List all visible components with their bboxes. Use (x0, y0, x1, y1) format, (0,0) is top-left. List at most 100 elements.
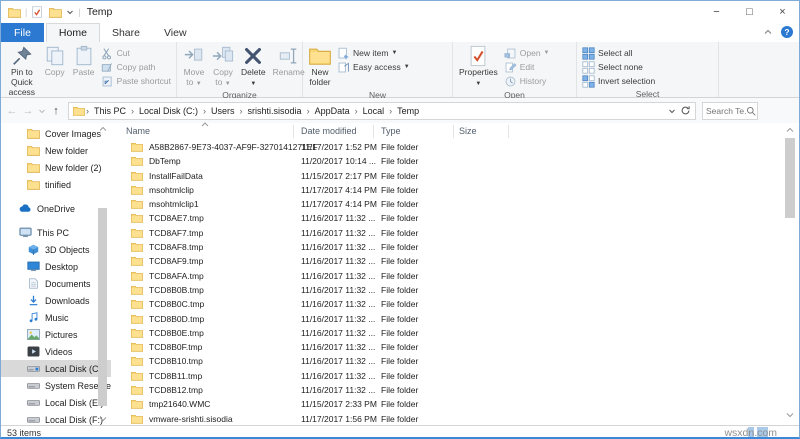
column-divider[interactable] (453, 125, 454, 138)
search-box[interactable] (702, 101, 758, 120)
file-row[interactable]: InstallFailData 11/15/2017 2:17 PM File fo… (113, 169, 781, 183)
file-row[interactable]: TCD8B10.tmp 11/16/2017 11:32 ... File fold… (113, 354, 781, 368)
sidebar-item-this-pc[interactable]: This PC (1, 224, 111, 241)
column-divider[interactable] (293, 125, 294, 138)
qat-properties-icon[interactable] (31, 6, 43, 18)
sidebar-item-onedrive[interactable]: OneDrive (1, 200, 111, 217)
column-divider[interactable] (508, 125, 509, 138)
ribbon-button-open[interactable]: Open ▼ (502, 46, 552, 60)
column-header-date-modified[interactable]: Date modified (301, 126, 357, 136)
column-divider[interactable] (373, 125, 374, 138)
recent-locations-chevron-icon[interactable] (38, 107, 46, 115)
qat-customize-chevron-icon[interactable] (66, 8, 74, 16)
minimize-button[interactable]: − (700, 1, 733, 23)
help-icon[interactable]: ? (781, 26, 793, 38)
tab-home[interactable]: Home (45, 23, 100, 42)
back-icon[interactable]: ← (4, 102, 20, 120)
scroll-up-icon[interactable] (783, 123, 797, 136)
sidebar-item-pictures[interactable]: Pictures (1, 326, 111, 343)
ribbon-button-edit[interactable]: Edit (502, 60, 552, 74)
column-header-size[interactable]: Size (459, 126, 477, 136)
file-row[interactable]: TCD8B0F.tmp 11/16/2017 11:32 ... File fold… (113, 340, 781, 354)
sidebar-scrollbar-thumb[interactable] (98, 208, 107, 406)
sidebar-item-local-disk-f[interactable]: Local Disk (F:) (1, 411, 111, 425)
column-header-name[interactable]: Name (126, 126, 150, 136)
ribbon-button-delete[interactable]: Delete ▼ (238, 44, 269, 89)
file-row[interactable]: DbTemp 11/20/2017 10:14 ... File folder (113, 154, 781, 168)
sidebar-scrollbar[interactable] (97, 123, 108, 425)
ribbon-button-rename[interactable]: Rename (270, 44, 308, 89)
ribbon-button-select-all[interactable]: Select all (580, 46, 657, 60)
ribbon-button-new-item[interactable]: New item ▼ (335, 46, 412, 60)
file-row[interactable]: TCD8AF8.tmp 11/16/2017 11:32 ... File fold… (113, 240, 781, 254)
sidebar-item-system-reserved[interactable]: System Reserved (1, 377, 111, 394)
sidebar-item-local-disk-e[interactable]: Local Disk (E:) (1, 394, 111, 411)
file-row[interactable]: A58B2867-9E73-4037-AF9F-3270141271EF 11/1… (113, 140, 781, 154)
ribbon-button-select-none[interactable]: Select none (580, 60, 657, 74)
file-row[interactable]: msohtmlclip1 11/17/2017 4:14 PM File folde… (113, 197, 781, 211)
up-icon[interactable]: ↑ (48, 102, 64, 120)
file-row[interactable]: TCD8AF7.tmp 11/16/2017 11:32 ... File fold… (113, 226, 781, 240)
sidebar-item-new-folder[interactable]: New folder (1, 142, 111, 159)
breadcrumb-item-temp[interactable]: Temp (393, 106, 423, 116)
scroll-up-icon[interactable] (97, 123, 108, 135)
breadcrumb-item-local-disk-c[interactable]: Local Disk (C:) (135, 106, 202, 116)
scroll-down-icon[interactable] (97, 413, 108, 425)
filelist-scrollbar[interactable] (783, 123, 797, 421)
file-row[interactable]: tmp21640.WMC 11/15/2017 2:33 PM File folde… (113, 397, 781, 411)
file-row[interactable]: TCD8AFA.tmp 11/16/2017 11:32 ... File fold… (113, 269, 781, 283)
tab-share[interactable]: Share (100, 23, 152, 42)
file-row[interactable]: TCD8B11.tmp 11/16/2017 11:32 ... File fold… (113, 369, 781, 383)
sidebar-item-3d-objects[interactable]: 3D Objects (1, 241, 111, 258)
file-row[interactable]: TCD8B0D.tmp 11/16/2017 11:32 ... File fold… (113, 312, 781, 326)
collapse-ribbon-icon[interactable] (763, 27, 773, 37)
sidebar-item-music[interactable]: Music (1, 309, 111, 326)
ribbon-button-properties[interactable]: Properties ▼ (456, 44, 501, 89)
search-input[interactable] (706, 105, 746, 116)
sidebar-item-videos[interactable]: Videos (1, 343, 111, 360)
ribbon-button-copy-to[interactable]: Copy to ▼ (209, 44, 237, 89)
breadcrumb-item-srishti-sisodia[interactable]: srishti.sisodia (244, 106, 306, 116)
file-row[interactable]: msohtmlclip 11/17/2017 4:14 PM File folder (113, 183, 781, 197)
ribbon-button-easy-access[interactable]: Easy access ▼ (335, 60, 412, 74)
file-row[interactable]: TCD8AE7.tmp 11/16/2017 11:32 ... File fold… (113, 211, 781, 225)
ribbon-button-pin-to-quick-access[interactable]: Pin to Quick access (4, 44, 40, 98)
maximize-button[interactable]: □ (733, 1, 766, 23)
sidebar-item-local-disk-c[interactable]: Local Disk (C:) (1, 360, 111, 377)
ribbon-button-paste-shortcut[interactable]: Paste shortcut (99, 74, 173, 88)
filelist-scrollbar-thumb[interactable] (785, 138, 795, 218)
file-row[interactable]: TCD8B0B.tmp 11/16/2017 11:32 ... File fold… (113, 283, 781, 297)
sidebar-item-new-folder-2[interactable]: New folder (2) (1, 159, 111, 176)
breadcrumb[interactable]: › This PC › Local Disk (C:) › Users › srishti.s… (68, 101, 696, 120)
ribbon-button-copy[interactable]: Copy (41, 44, 69, 98)
refresh-icon[interactable] (680, 105, 691, 116)
qat-new-folder-icon[interactable] (49, 7, 63, 18)
file-row[interactable]: vmware-srishti.sisodia 11/17/2017 1:56 PM… (113, 412, 781, 426)
close-button[interactable]: × (766, 1, 799, 23)
sidebar-item-tinified[interactable]: tinified (1, 176, 111, 193)
forward-icon[interactable]: → (20, 102, 36, 120)
ribbon-button-move-to[interactable]: Move to ▼ (180, 44, 208, 89)
scroll-down-icon[interactable] (783, 408, 797, 421)
sidebar-item-documents[interactable]: Documents (1, 275, 111, 292)
ribbon-button-paste[interactable]: Paste (70, 44, 98, 98)
file-row[interactable]: TCD8B0C.tmp 11/16/2017 11:32 ... File fold… (113, 297, 781, 311)
ribbon-button-copy-path[interactable]: Copy path (99, 60, 173, 74)
breadcrumb-item-local[interactable]: Local (359, 106, 389, 116)
ribbon-button-invert-selection[interactable]: Invert selection (580, 74, 657, 88)
breadcrumb-item-this-pc[interactable]: This PC (90, 106, 130, 116)
column-header-type[interactable]: Type (381, 126, 401, 136)
address-dropdown-chevron-icon[interactable] (668, 107, 676, 115)
tab-view[interactable]: View (152, 23, 199, 42)
sidebar-item-cover-images[interactable]: Cover Images (1, 125, 111, 142)
ribbon-button-new-folder[interactable]: New folder (306, 44, 334, 89)
ribbon-button-cut[interactable]: Cut (99, 46, 173, 60)
ribbon-button-history[interactable]: History (502, 74, 552, 88)
file-row[interactable]: TCD8B12.tmp 11/16/2017 11:32 ... File fold… (113, 383, 781, 397)
breadcrumb-item-users[interactable]: Users (207, 106, 239, 116)
sidebar-item-desktop[interactable]: Desktop (1, 258, 111, 275)
tab-file[interactable]: File (1, 23, 44, 42)
sidebar-item-downloads[interactable]: Downloads (1, 292, 111, 309)
breadcrumb-item-appdata[interactable]: AppData (311, 106, 354, 116)
file-row[interactable]: TCD8AF9.tmp 11/16/2017 11:32 ... File fold… (113, 254, 781, 268)
